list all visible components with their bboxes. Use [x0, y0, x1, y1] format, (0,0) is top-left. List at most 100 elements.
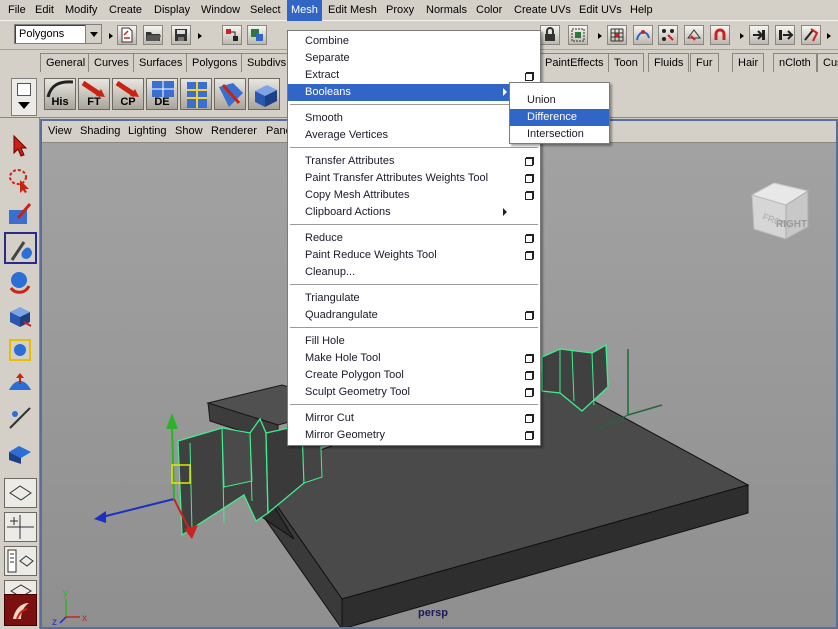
collapse-arrow-icon[interactable] [197, 25, 202, 45]
construction-history-icon[interactable] [801, 25, 821, 45]
panel-menu-renderer[interactable]: Renderer [211, 125, 257, 137]
mesh-menu-reduce[interactable]: Reduce [288, 230, 540, 247]
mesh-menu-fill-hole[interactable]: Fill Hole [288, 333, 540, 350]
shelf-button-uv-layout[interactable] [180, 78, 212, 110]
menu-color[interactable]: Color [472, 0, 506, 21]
mesh-menu-create-polygon-tool[interactable]: Create Polygon Tool [288, 367, 540, 384]
shelf-tab-custom[interactable]: Cus [817, 53, 838, 72]
paint-transfer-options-icon[interactable] [525, 175, 533, 183]
menu-create-uvs[interactable]: Create UVs [510, 0, 575, 21]
shelf-button-cube[interactable] [248, 78, 280, 110]
copy-mesh-attributes-options-icon[interactable] [525, 192, 533, 200]
output-ops-icon[interactable] [775, 25, 795, 45]
new-scene-icon[interactable] [117, 25, 137, 45]
shelf-button-center-pivot[interactable]: CP [112, 78, 144, 110]
transfer-attributes-options-icon[interactable] [525, 158, 533, 166]
rotate-tool[interactable] [4, 266, 37, 298]
mirror-cut-options-icon[interactable] [525, 415, 533, 423]
single-perspective-layout-button[interactable] [4, 478, 37, 508]
soft-mod-tool[interactable] [4, 368, 37, 400]
highlight-selection-icon[interactable] [568, 25, 588, 45]
panel-menu-view[interactable]: View [48, 125, 72, 137]
four-view-layout-button[interactable] [4, 512, 37, 542]
quadrangulate-options-icon[interactable] [525, 312, 533, 320]
shelf-tab-hair[interactable]: Hair [732, 53, 765, 72]
menu-edit-mesh[interactable]: Edit Mesh [324, 0, 381, 21]
shelf-button-split-polygon[interactable] [214, 78, 246, 110]
shelf-tab-polygons[interactable]: Polygons [186, 53, 244, 72]
mesh-menu-combine[interactable]: Combine [288, 33, 540, 50]
shelf-tab-toon[interactable]: Toon [608, 53, 644, 72]
menu-select[interactable]: Select [246, 0, 285, 21]
booleans-difference[interactable]: Difference [510, 109, 609, 126]
mesh-menu-make-hole-tool[interactable]: Make Hole Tool [288, 350, 540, 367]
mesh-menu-paint-reduce-weights[interactable]: Paint Reduce Weights Tool [288, 247, 540, 264]
mesh-menu-paint-transfer-attributes[interactable]: Paint Transfer Attributes Weights Tool [288, 170, 540, 187]
shelf-tab-general[interactable]: General [40, 53, 92, 72]
snap-view-plane-icon[interactable] [684, 25, 704, 45]
menu-edit[interactable]: Edit [31, 0, 58, 21]
shelf-tab-fluids[interactable]: Fluids [648, 53, 690, 72]
shelf-tab-ncloth[interactable]: nCloth [773, 53, 817, 72]
save-scene-icon[interactable] [171, 25, 191, 45]
mesh-menu-transfer-attributes[interactable]: Transfer Attributes [288, 153, 540, 170]
mesh-menu-cleanup[interactable]: Cleanup... [288, 264, 540, 281]
select-tool[interactable] [4, 130, 37, 162]
menu-file[interactable]: File [4, 0, 30, 21]
mesh-menu-triangulate[interactable]: Triangulate [288, 290, 540, 307]
shelf-button-freeze-transforms[interactable]: FT [78, 78, 110, 110]
snap-grid-icon[interactable] [607, 25, 627, 45]
mesh-menu-copy-mesh-attributes[interactable]: Copy Mesh Attributes [288, 187, 540, 204]
menu-edit-uvs[interactable]: Edit UVs [575, 0, 626, 21]
mesh-menu-quadrangulate[interactable]: Quadrangulate [288, 307, 540, 324]
shelf-tab-subdivs[interactable]: Subdivs [241, 53, 293, 72]
mesh-menu-separate[interactable]: Separate [288, 50, 540, 67]
menu-set-select[interactable]: Polygons [14, 24, 102, 44]
panel-menu-show[interactable]: Show [175, 125, 203, 137]
collapse-arrow-icon[interactable] [826, 25, 831, 45]
mesh-menu-smooth[interactable]: Smooth [288, 110, 540, 127]
view-cube[interactable]: FRONT RIGHT [750, 182, 810, 240]
collapse-arrow-icon[interactable] [739, 25, 744, 45]
shelf-tab-curves[interactable]: Curves [88, 53, 135, 72]
shelf-tab-fur[interactable]: Fur [690, 53, 719, 72]
sculpt-geometry-options-icon[interactable] [525, 389, 533, 397]
move-tool[interactable] [4, 232, 37, 264]
mirror-geometry-options-icon[interactable] [525, 432, 533, 440]
paint-select-tool[interactable] [4, 198, 37, 230]
mesh-menu-mirror-cut[interactable]: Mirror Cut [288, 410, 540, 427]
persp-outliner-layout-button[interactable] [4, 546, 37, 576]
collapse-arrow-icon[interactable] [597, 25, 602, 45]
mesh-menu-mirror-geometry[interactable]: Mirror Geometry [288, 427, 540, 444]
shelf-button-delete-history[interactable]: DE [146, 78, 178, 110]
snap-curve-icon[interactable] [633, 25, 653, 45]
menu-display[interactable]: Display [150, 0, 194, 21]
show-manip-tool[interactable] [4, 402, 37, 434]
lock-selection-icon[interactable] [540, 25, 560, 45]
shelf-tab-painteffects[interactable]: PaintEffects [539, 53, 610, 72]
extract-options-icon[interactable] [525, 73, 533, 81]
select-object-icon[interactable] [247, 25, 267, 45]
reduce-options-icon[interactable] [525, 235, 533, 243]
lasso-tool[interactable] [4, 164, 37, 196]
menu-modify[interactable]: Modify [61, 0, 101, 21]
menu-mesh[interactable]: Mesh [287, 0, 322, 21]
menu-window[interactable]: Window [197, 0, 244, 21]
panel-menu-shading[interactable]: Shading [80, 125, 120, 137]
mesh-menu-sculpt-geometry-tool[interactable]: Sculpt Geometry Tool [288, 384, 540, 401]
paint-reduce-options-icon[interactable] [525, 252, 533, 260]
menu-normals[interactable]: Normals [422, 0, 471, 21]
mesh-menu-extract[interactable]: Extract [288, 67, 540, 84]
shelf-button-history[interactable]: His [44, 78, 76, 110]
select-hierarchy-icon[interactable] [222, 25, 242, 45]
collapse-arrow-icon[interactable] [108, 25, 113, 45]
mesh-menu-average-vertices[interactable]: Average Vertices [288, 127, 540, 144]
shelf-menu-button[interactable] [11, 78, 37, 116]
last-tool[interactable] [4, 436, 37, 468]
universal-manip-tool[interactable] [4, 334, 37, 366]
make-hole-options-icon[interactable] [525, 355, 533, 363]
menu-help[interactable]: Help [626, 0, 657, 21]
booleans-intersection[interactable]: Intersection [510, 126, 609, 143]
menu-proxy[interactable]: Proxy [382, 0, 418, 21]
input-ops-icon[interactable] [749, 25, 769, 45]
